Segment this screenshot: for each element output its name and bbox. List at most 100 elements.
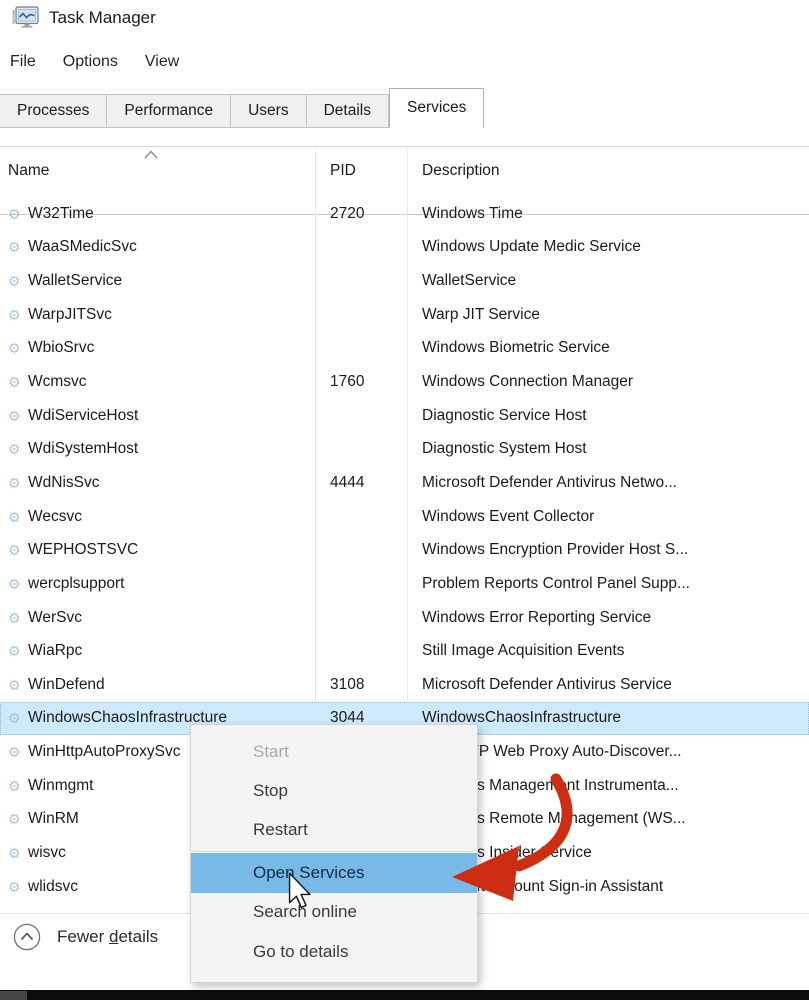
service-name: Wecsvc (28, 508, 330, 526)
menu-separator (193, 851, 475, 852)
service-gear-icon: ⚙ (8, 274, 28, 288)
menu-options[interactable]: Options (63, 53, 118, 71)
details-toggle[interactable]: Fewer details (12, 922, 158, 952)
menu-item-restart[interactable]: Restart (191, 811, 477, 850)
service-description: Still Image Acquisition Events (422, 642, 809, 660)
service-name: WerSvc (28, 609, 330, 627)
service-name: WEPHOSTSVC (28, 541, 330, 559)
column-header-pid[interactable]: PID (330, 162, 356, 180)
service-description: Windows Update Medic Service (422, 238, 809, 256)
service-name: WinDefend (28, 676, 330, 694)
service-gear-icon: ⚙ (8, 711, 28, 725)
menu-item-go-to-details[interactable]: Go to details (191, 932, 477, 971)
service-gear-icon: ⚙ (8, 779, 28, 793)
table-row-wercplsupport[interactable]: ⚙ wercplsupport Problem Reports Control … (0, 567, 809, 601)
service-gear-icon: ⚙ (8, 543, 28, 557)
service-pid: 2720 (330, 205, 422, 223)
menu-item-search-online[interactable]: Search online (191, 893, 477, 932)
service-gear-icon: ⚙ (8, 644, 28, 658)
context-menu: StartStopRestartOpen ServicesSearch onli… (190, 724, 478, 983)
service-description: Windows Connection Manager (422, 373, 809, 391)
service-description: Diagnostic System Host (422, 440, 809, 458)
service-name: WalletService (28, 272, 330, 290)
task-manager-icon (12, 6, 39, 30)
title-bar: Task Manager (12, 6, 156, 30)
service-gear-icon: ⚙ (8, 207, 28, 221)
service-pid: 1760 (330, 373, 422, 391)
service-pid: 4444 (330, 474, 422, 492)
menu-bar: File Options View (10, 53, 179, 71)
table-row-WerSvc[interactable]: ⚙ WerSvc Windows Error Reporting Service (0, 601, 809, 635)
service-gear-icon: ⚙ (8, 341, 28, 355)
service-description: WinHTTP Web Proxy Auto-Discover... (422, 743, 809, 761)
service-gear-icon: ⚙ (8, 880, 28, 894)
table-row-WbioSrvc[interactable]: ⚙ WbioSrvc Windows Biometric Service (0, 332, 809, 366)
service-gear-icon: ⚙ (8, 476, 28, 490)
service-description: Windows Time (422, 205, 809, 223)
column-header-description[interactable]: Description (422, 162, 500, 180)
sort-ascending-icon (144, 150, 158, 159)
table-row-WdNisSvc[interactable]: ⚙ WdNisSvc 4444 Microsoft Defender Antiv… (0, 466, 809, 500)
service-name: WaaSMedicSvc (28, 238, 330, 256)
menu-view[interactable]: View (145, 53, 179, 71)
service-description: Microsoft Account Sign-in Assistant (422, 878, 809, 896)
column-header-name[interactable]: Name (8, 162, 49, 180)
chevron-up-circle-icon (12, 922, 42, 952)
service-description: Warp JIT Service (422, 306, 809, 324)
tab-processes[interactable]: Processes (0, 94, 107, 128)
taskbar-edge (0, 990, 809, 1000)
menu-item-stop[interactable]: Stop (191, 771, 477, 810)
service-description: Microsoft Defender Antivirus Netwo... (422, 474, 809, 492)
service-gear-icon: ⚙ (8, 375, 28, 389)
taskbar-segment (0, 991, 27, 1000)
service-name: WdiSystemHost (28, 440, 330, 458)
tab-users[interactable]: Users (231, 94, 306, 128)
fewer-details-label: Fewer details (57, 927, 158, 947)
service-name: WarpJITSvc (28, 306, 330, 324)
table-row-W32Time[interactable]: ⚙ W32Time 2720 Windows Time (0, 197, 809, 231)
service-gear-icon: ⚙ (8, 442, 28, 456)
service-gear-icon: ⚙ (8, 409, 28, 423)
service-description: Windows Insider Service (422, 844, 809, 862)
table-row-WarpJITSvc[interactable]: ⚙ WarpJITSvc Warp JIT Service (0, 298, 809, 332)
service-description: Diagnostic Service Host (422, 407, 809, 425)
table-row-Wecsvc[interactable]: ⚙ Wecsvc Windows Event Collector (0, 500, 809, 534)
service-gear-icon: ⚙ (8, 812, 28, 826)
service-description: Microsoft Defender Antivirus Service (422, 676, 809, 694)
table-row-WinDefend[interactable]: ⚙ WinDefend 3108 Microsoft Defender Anti… (0, 668, 809, 702)
service-description: Problem Reports Control Panel Supp... (422, 575, 809, 593)
table-header: Name PID Description (0, 147, 809, 190)
table-row-WEPHOSTSVC[interactable]: ⚙ WEPHOSTSVC Windows Encryption Provider… (0, 533, 809, 567)
service-name: WiaRpc (28, 642, 330, 660)
menu-file[interactable]: File (10, 53, 36, 71)
table-row-WdiServiceHost[interactable]: ⚙ WdiServiceHost Diagnostic Service Host (0, 399, 809, 433)
service-gear-icon: ⚙ (8, 745, 28, 759)
service-description: WalletService (422, 272, 809, 290)
table-row-WaaSMedicSvc[interactable]: ⚙ WaaSMedicSvc Windows Update Medic Serv… (0, 231, 809, 265)
service-description: Windows Remote Management (WS... (422, 810, 809, 828)
service-pid: 3108 (330, 676, 422, 694)
service-gear-icon: ⚙ (8, 611, 28, 625)
table-row-WalletService[interactable]: ⚙ WalletService WalletService (0, 264, 809, 298)
service-name: wercplsupport (28, 575, 330, 593)
table-row-WdiSystemHost[interactable]: ⚙ WdiSystemHost Diagnostic System Host (0, 432, 809, 466)
tab-details[interactable]: Details (307, 94, 389, 128)
service-gear-icon: ⚙ (8, 240, 28, 254)
tab-performance[interactable]: Performance (107, 94, 231, 128)
tab-services[interactable]: Services (389, 88, 484, 128)
service-name: WdiServiceHost (28, 407, 330, 425)
service-description: Windows Error Reporting Service (422, 609, 809, 627)
menu-item-open-services[interactable]: Open Services (191, 853, 477, 892)
table-row-Wcmsvc[interactable]: ⚙ Wcmsvc 1760 Windows Connection Manager (0, 365, 809, 399)
service-name: WbioSrvc (28, 339, 330, 357)
table-row-WiaRpc[interactable]: ⚙ WiaRpc Still Image Acquisition Events (0, 634, 809, 668)
window-title: Task Manager (49, 8, 156, 28)
service-name: WdNisSvc (28, 474, 330, 492)
menu-item-start[interactable]: Start (191, 732, 477, 771)
service-description: Windows Encryption Provider Host S... (422, 541, 809, 559)
service-gear-icon: ⚙ (8, 308, 28, 322)
service-gear-icon: ⚙ (8, 846, 28, 860)
service-gear-icon: ⚙ (8, 510, 28, 524)
service-description: Windows Management Instrumenta... (422, 777, 809, 795)
service-gear-icon: ⚙ (8, 678, 28, 692)
